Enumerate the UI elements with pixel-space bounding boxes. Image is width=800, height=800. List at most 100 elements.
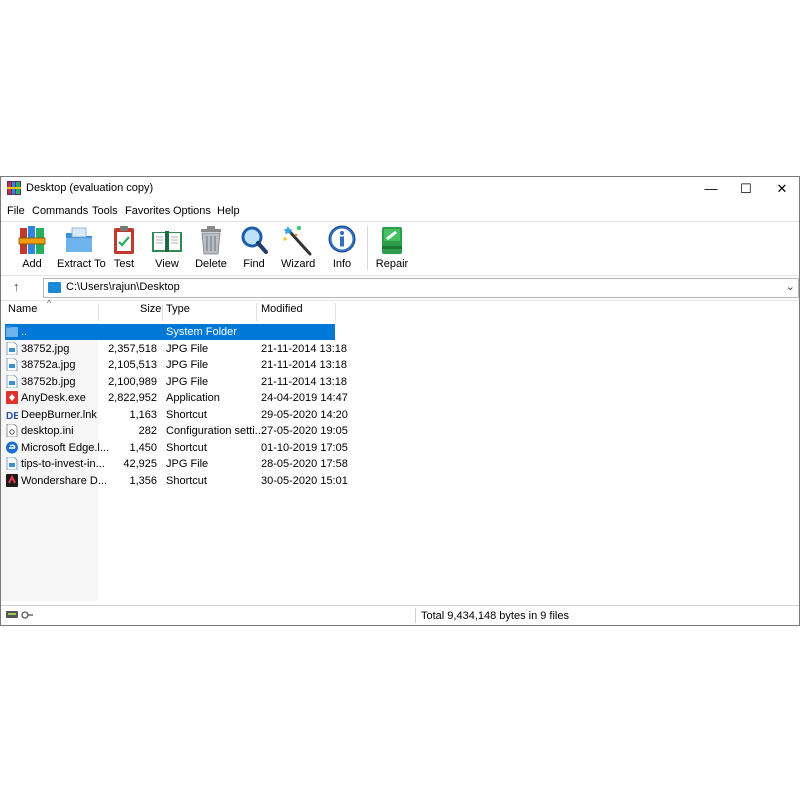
minimize-button[interactable]: — (693, 177, 729, 200)
file-name: .. (21, 326, 28, 338)
file-modified: 21-11-2014 13:18 (261, 375, 348, 388)
table-row[interactable]: .. System Folder (1, 324, 799, 340)
file-name: 38752b.jpg (21, 375, 76, 388)
file-type: JPG File (166, 458, 209, 470)
wizard-button[interactable]: Wizard (281, 224, 315, 270)
title-bar: Desktop (evaluation copy) — ☐ ✕ (1, 177, 799, 200)
file-size: 42,925 (123, 458, 157, 470)
magnifier-icon (241, 226, 268, 254)
path-field[interactable]: C:\Users\rajun\Desktop ⌄ (43, 278, 799, 298)
toolbar: Add Extract To Test View Delete Find Wiz… (1, 221, 799, 274)
view-button[interactable]: View (149, 224, 185, 270)
first-aid-kit-icon (382, 227, 402, 254)
file-modified: 30-05-2020 15:01 (261, 474, 348, 487)
file-size: 1,450 (129, 441, 157, 454)
file-name: Microsoft Edge.l... (21, 441, 110, 454)
clipboard-check-icon (114, 226, 134, 254)
menu-favorites[interactable]: Favorites (125, 205, 170, 217)
menu-options[interactable]: Options (173, 205, 211, 217)
info-label: Info (332, 258, 352, 270)
file-modified: 28-05-2020 17:58 (261, 458, 348, 470)
extract-to-button[interactable]: Extract To (57, 224, 106, 270)
file-modified: 21-11-2014 13:18 (261, 342, 348, 355)
repair-label: Repair (375, 258, 409, 270)
table-row[interactable]: tips-to-invest-in... 42,925 JPG File 28-05-… (1, 456, 799, 472)
file-name: DeepBurner.lnk (21, 408, 97, 421)
status-bar: Total 9,434,148 bytes in 9 files (1, 605, 799, 625)
magic-wand-icon (283, 226, 312, 256)
column-divider[interactable] (335, 303, 336, 321)
settings-file-icon (6, 424, 18, 437)
table-row[interactable]: AnyDesk.exe 2,822,952 Application 24-04-201… (1, 390, 799, 406)
file-modified: 27-05-2020 19:05 (261, 425, 348, 437)
window-title: Desktop (evaluation copy) (26, 182, 154, 194)
up-folder-button[interactable]: ↑ (13, 279, 20, 294)
column-header-name[interactable]: Name (8, 303, 37, 321)
archive-books-icon (18, 226, 46, 254)
column-divider[interactable] (162, 303, 163, 321)
file-size: 1,163 (129, 408, 157, 421)
image-file-icon (6, 341, 18, 355)
column-header-type[interactable]: Type (166, 303, 190, 321)
file-name: 38752.jpg (21, 342, 70, 355)
column-divider[interactable] (256, 303, 257, 321)
file-size: 2,822,952 (108, 392, 157, 404)
table-row[interactable]: 38752b.jpg 2,100,989 JPG File 21-11-2014 13… (1, 374, 799, 390)
info-button[interactable]: Info (326, 224, 358, 270)
table-row[interactable]: desktop.ini 282 Configuration setti... 27-0… (1, 423, 799, 439)
find-label: Find (243, 258, 265, 270)
winrar-window: Desktop (evaluation copy) — ☐ ✕ File Com… (0, 176, 800, 626)
wizard-label: Wizard (281, 258, 316, 270)
menu-file[interactable]: File (7, 205, 25, 217)
test-label: Test (113, 258, 135, 270)
file-name: Wondershare D... (21, 474, 108, 487)
sort-indicator-icon: ^ (47, 298, 52, 308)
svg-text:DB: DB (6, 411, 18, 421)
table-row[interactable]: Wondershare D... 1,356 Shortcut 30-05-2020 … (1, 473, 799, 489)
repair-button[interactable]: Repair (374, 224, 410, 270)
file-type: JPG File (166, 375, 209, 388)
folder-icon (6, 326, 18, 337)
find-button[interactable]: Find (238, 224, 270, 270)
file-name: 38752a.jpg (21, 359, 76, 371)
table-row[interactable]: 38752a.jpg 2,105,513 JPG File 21-11-2014 13… (1, 357, 799, 373)
delete-button[interactable]: Delete (195, 224, 227, 270)
menu-help[interactable]: Help (217, 205, 240, 217)
deepburner-icon: DB (6, 407, 18, 421)
file-type: Shortcut (166, 474, 207, 487)
column-header-modified[interactable]: Modified (261, 303, 303, 321)
file-type: Application (166, 392, 220, 404)
image-file-icon (6, 358, 18, 371)
file-size: 2,105,513 (108, 359, 157, 371)
table-row[interactable]: 38752.jpg 2,357,518 JPG File 21-11-2014 13:… (1, 341, 799, 357)
column-divider[interactable] (98, 303, 99, 321)
file-name: tips-to-invest-in... (21, 458, 105, 470)
column-header-size[interactable]: Size (140, 303, 161, 321)
menu-commands[interactable]: Commands (32, 205, 88, 217)
table-row[interactable]: DB DeepBurner.lnk 1,163 Shortcut 29-05-2020 … (1, 407, 799, 423)
file-type: System Folder (166, 326, 237, 338)
table-row[interactable]: Microsoft Edge.l... 1,450 Shortcut 01-10-20… (1, 440, 799, 456)
test-button[interactable]: Test (108, 224, 140, 270)
file-size: 2,100,989 (108, 375, 157, 388)
address-row: ↑ C:\Users\rajun\Desktop ⌄ (1, 275, 799, 301)
image-file-icon (6, 374, 18, 388)
anydesk-icon (6, 391, 18, 404)
add-label: Add (22, 258, 42, 270)
close-button[interactable]: ✕ (764, 177, 800, 200)
file-type: JPG File (166, 342, 209, 355)
folder-icon (48, 282, 61, 293)
edge-icon (6, 441, 18, 453)
maximize-button[interactable]: ☐ (728, 177, 764, 200)
trash-can-icon (201, 226, 221, 255)
menu-tools[interactable]: Tools (92, 205, 118, 217)
file-modified: 21-11-2014 13:18 (261, 359, 348, 371)
file-type: Configuration setti... (166, 425, 264, 437)
file-size: 2,357,518 (108, 342, 157, 355)
image-file-icon (6, 457, 18, 470)
file-name: desktop.ini (21, 425, 74, 437)
add-button[interactable]: Add (15, 224, 49, 270)
path-dropdown-icon[interactable]: ⌄ (786, 280, 795, 293)
winrar-app-icon (7, 181, 21, 195)
file-modified: 01-10-2019 17:05 (261, 441, 348, 454)
